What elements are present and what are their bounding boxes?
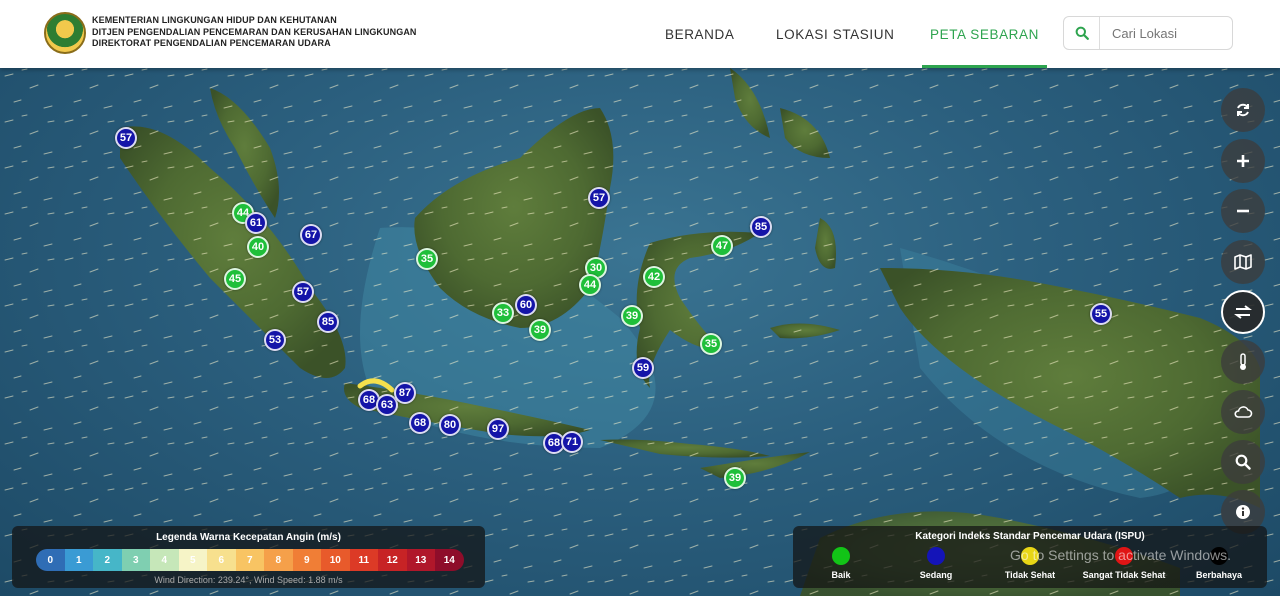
zoom-in-button[interactable] [1221,139,1265,183]
station-marker[interactable]: 44 [579,274,601,296]
search-icon [1235,454,1251,470]
station-marker[interactable]: 45 [224,268,246,290]
category-dot [832,547,850,565]
ispu-legend-title: Kategori Indeks Standar Pencemar Udara (… [915,531,1145,542]
thermometer-icon [1240,353,1246,370]
wind-scale-step: 2 [93,549,122,571]
search-icon[interactable] [1064,17,1100,49]
wind-scale-step: 12 [378,549,407,571]
station-marker[interactable]: 61 [245,212,267,234]
wind-reading: Wind Direction: 239.24°, Wind Speed: 1.8… [154,575,343,585]
map-terrain [0,68,1280,596]
station-marker[interactable]: 35 [700,333,722,355]
map-layer-button[interactable] [1221,240,1265,284]
wind-legend-title: Legenda Warna Kecepatan Angin (m/s) [156,532,341,543]
ispu-category-sedang: Sedang [888,547,984,580]
wind-scale-step: 8 [264,549,293,571]
station-marker[interactable]: 53 [264,329,286,351]
station-marker[interactable]: 71 [561,431,583,453]
wind-scale-step: 0 [36,549,65,571]
refresh-icon [1237,103,1249,117]
wind-scale-step: 11 [349,549,378,571]
weather-layer-button[interactable] [1221,390,1265,434]
windows-activation-watermark: Go to Settings to activate Windows. [1010,547,1231,563]
station-marker[interactable]: 59 [632,357,654,379]
location-search [1063,16,1233,50]
wind-layer-button[interactable] [1221,290,1265,334]
category-label: Sedang [919,570,953,580]
station-marker[interactable]: 39 [621,305,643,327]
search-input[interactable] [1100,18,1224,48]
org-line-1: KEMENTERIAN LINGKUNGAN HIDUP DAN KEHUTAN… [92,15,337,25]
map-icon [1234,254,1252,270]
ispu-category-baik: Baik [793,547,889,580]
wind-color-scale: 0 1 2 3 4 5 6 7 8 9 10 11 12 13 14 [36,549,464,571]
station-marker[interactable]: 97 [487,418,509,440]
wind-scale-step: 3 [121,549,150,571]
station-marker[interactable]: 67 [300,224,322,246]
station-marker[interactable]: 42 [643,266,665,288]
station-marker[interactable]: 80 [439,414,461,436]
station-marker[interactable]: 68 [409,412,431,434]
station-marker[interactable]: 85 [317,311,339,333]
station-marker[interactable]: 39 [724,467,746,489]
wind-speed-legend: Legenda Warna Kecepatan Angin (m/s) 0 1 … [12,526,485,588]
wind-scale-step: 10 [321,549,350,571]
station-marker[interactable]: 57 [588,187,610,209]
station-marker[interactable]: 35 [416,248,438,270]
station-marker[interactable]: 33 [492,302,514,324]
app-root: KEMENTERIAN LINGKUNGAN HIDUP DAN KEHUTAN… [0,0,1280,596]
swap-arrows-icon [1234,305,1252,319]
category-label: Sangat Tidak Sehat [1082,570,1166,580]
nav-lokasi-stasiun[interactable]: LOKASI STASIUN [776,0,894,68]
nav-beranda[interactable]: BERANDA [665,0,734,68]
wind-scale-step: 1 [64,549,93,571]
category-dot [927,547,945,565]
org-line-3: DIREKTORAT PENGENDALIAN PENCEMARAN UDARA [92,38,331,48]
wind-scale-step: 6 [207,549,236,571]
station-marker[interactable]: 87 [394,382,416,404]
station-marker[interactable]: 57 [115,127,137,149]
station-marker[interactable]: 60 [515,294,537,316]
info-icon [1236,505,1250,519]
wind-scale-step: 14 [435,549,464,571]
station-marker[interactable]: 47 [711,235,733,257]
minus-icon [1237,209,1249,213]
station-marker[interactable]: 40 [247,236,269,258]
refresh-button[interactable] [1221,88,1265,132]
wind-scale-step: 5 [178,549,207,571]
zoom-out-button[interactable] [1221,189,1265,233]
nav-peta-sebaran[interactable]: PETA SEBARAN [922,0,1047,68]
station-marker[interactable]: 39 [529,319,551,341]
plus-icon [1237,155,1249,167]
wind-scale-step: 13 [406,549,435,571]
wind-scale-step: 9 [292,549,321,571]
org-line-2: DITJEN PENGENDALIAN PENCEMARAN DAN KERUS… [92,26,417,37]
category-label: Tidak Sehat [1004,570,1056,580]
wind-scale-step: 7 [235,549,264,571]
category-label: Baik [831,570,851,580]
wind-scale-step: 4 [150,549,179,571]
station-marker[interactable]: 85 [750,216,772,238]
top-header: KEMENTERIAN LINGKUNGAN HIDUP DAN KEHUTAN… [0,0,1280,68]
air-quality-map[interactable]: 57 44 61 40 67 45 57 85 53 35 57 85 47 3… [0,68,1280,596]
station-marker[interactable]: 57 [292,281,314,303]
station-marker[interactable]: 55 [1090,303,1112,325]
category-label: Berbahaya [1195,570,1243,580]
cloud-icon [1234,406,1253,418]
map-search-button[interactable] [1221,440,1265,484]
temperature-layer-button[interactable] [1221,340,1265,384]
organization-name: KEMENTERIAN LINGKUNGAN HIDUP DAN KEHUTAN… [92,15,417,50]
ministry-logo-icon[interactable] [44,12,86,54]
